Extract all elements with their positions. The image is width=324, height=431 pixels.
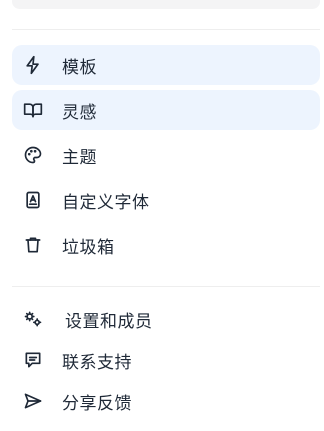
menu-item-label: 自定义字体 bbox=[62, 192, 150, 213]
top-search-box-stub[interactable] bbox=[12, 0, 320, 9]
menu-item-share-feedback[interactable]: 分享反馈 bbox=[12, 381, 320, 421]
gears-icon bbox=[22, 308, 44, 330]
menu-item-templates[interactable]: 模板 bbox=[12, 45, 320, 85]
divider-top bbox=[12, 29, 320, 30]
trash-icon bbox=[22, 234, 44, 256]
menu-item-themes[interactable]: 主题 bbox=[12, 135, 320, 175]
font-book-icon bbox=[22, 189, 44, 211]
message-icon bbox=[22, 349, 44, 371]
lightning-icon bbox=[22, 54, 44, 76]
menu-item-contact-support[interactable]: 联系支持 bbox=[12, 340, 320, 380]
menu-item-label: 主题 bbox=[62, 147, 97, 168]
menu-item-trash[interactable]: 垃圾箱 bbox=[12, 225, 320, 265]
menu-item-label: 联系支持 bbox=[62, 352, 132, 373]
book-open-icon bbox=[22, 99, 44, 121]
menu-item-label: 设置和成员 bbox=[65, 311, 153, 332]
menu-item-label: 垃圾箱 bbox=[62, 237, 115, 258]
menu-item-label: 分享反馈 bbox=[62, 393, 132, 414]
divider-middle bbox=[12, 286, 320, 287]
palette-icon bbox=[22, 144, 44, 166]
menu-item-custom-fonts[interactable]: 自定义字体 bbox=[12, 180, 320, 220]
menu-item-settings-members[interactable]: 设置和成员 bbox=[12, 299, 320, 339]
send-icon bbox=[22, 390, 44, 412]
menu-item-inspiration[interactable]: 灵感 bbox=[12, 90, 320, 130]
menu-item-label: 模板 bbox=[62, 57, 97, 78]
menu-item-label: 灵感 bbox=[62, 102, 97, 123]
